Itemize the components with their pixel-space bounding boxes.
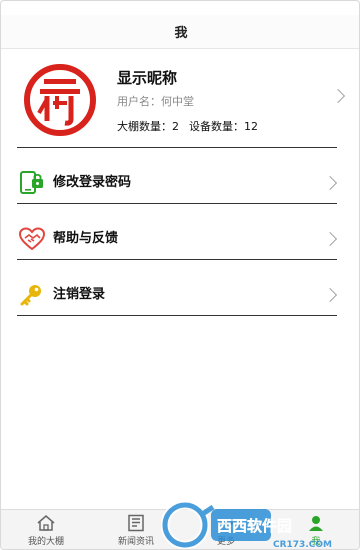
menu-item-logout[interactable]: 注销登录	[17, 275, 338, 315]
key-icon	[20, 285, 41, 306]
divider	[17, 315, 337, 316]
menu-label: 注销登录	[53, 287, 106, 302]
tab-label: 我的大棚	[27, 537, 64, 547]
more-icon	[219, 521, 233, 525]
tab-my-greenhouse[interactable]: 我的大棚	[1, 510, 91, 549]
greenhouse-count: 大棚数量：2	[117, 120, 179, 133]
home-icon	[37, 515, 55, 531]
chevron-right-icon	[330, 88, 346, 104]
news-icon	[128, 514, 144, 532]
tab-label: 我	[311, 537, 321, 547]
tab-label: 更多	[216, 537, 235, 547]
user-icon	[309, 516, 323, 531]
profile-stats: 大棚数量：2 设备数量：12	[117, 119, 258, 135]
chevron-right-icon	[322, 287, 338, 303]
device-count: 设备数量：12	[189, 120, 258, 133]
tab-news[interactable]: 新闻资讯	[91, 510, 181, 549]
chevron-right-icon	[322, 175, 338, 191]
navigation-bar: 我	[1, 15, 359, 49]
red-gate-logo-icon	[24, 64, 96, 136]
profile-card[interactable]: 显示昵称 用户名：何中堂 大棚数量：2 设备数量：12	[1, 53, 359, 147]
menu-item-change-password[interactable]: 修改登录密码	[17, 163, 338, 203]
tab-more[interactable]: 更多	[181, 510, 271, 549]
username: 用户名：何中堂	[117, 95, 194, 108]
menu-label: 帮助与反馈	[53, 231, 119, 246]
nickname: 显示昵称	[117, 69, 178, 87]
heart-handshake-icon	[19, 227, 45, 251]
app-screen: 我 显示昵称 用户名：何中堂 大棚数量：2 设备数量：12 修改登录密码 帮助与…	[0, 0, 360, 550]
page-title: 我	[174, 26, 188, 41]
profile-info: 显示昵称 用户名：何中堂 大棚数量：2 设备数量：12	[117, 67, 258, 135]
divider	[17, 203, 337, 204]
tab-label: 新闻资讯	[117, 537, 154, 547]
chevron-right-icon	[322, 231, 338, 247]
divider	[17, 147, 337, 148]
menu-label: 修改登录密码	[53, 175, 132, 190]
phone-lock-icon	[20, 171, 43, 194]
tab-me[interactable]: 我	[271, 510, 359, 549]
divider	[17, 259, 337, 260]
tab-bar: 我的大棚 新闻资讯 更多 我	[1, 509, 359, 549]
menu-item-help-feedback[interactable]: 帮助与反馈	[17, 219, 338, 259]
